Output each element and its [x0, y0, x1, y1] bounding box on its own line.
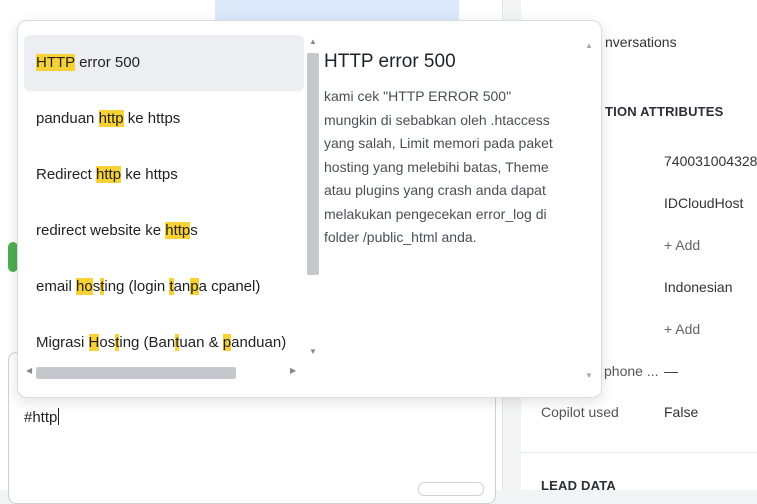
suggestion-text: panduan	[36, 110, 99, 127]
suggestion-text: ing (Ban	[119, 334, 176, 351]
scrollbar-thumb[interactable]	[307, 53, 319, 275]
suggestion-list-pane: HTTP error 500 panduan http ke https Redir…	[18, 21, 324, 397]
copilot-label: Copilot used	[541, 404, 619, 420]
list-vertical-scrollbar[interactable]: ▲ ▼	[306, 35, 320, 357]
suggestion-item[interactable]: Redirect http ke https	[24, 147, 304, 203]
suggestion-list: HTTP error 500 panduan http ke https Redir…	[24, 35, 304, 371]
suggestion-item[interactable]: HTTP error 500	[24, 35, 304, 91]
copilot-value: False	[664, 404, 699, 420]
attributes-section-title: TION ATTRIBUTES	[605, 104, 724, 119]
match-highlight: p	[222, 334, 232, 351]
match-highlight: http	[98, 110, 124, 127]
suggestion-text: a cpanel)	[198, 278, 261, 295]
phone-value: —	[664, 363, 678, 379]
suggestion-text: email	[36, 278, 77, 295]
preview-body: kami cek "HTTP ERROR 500" mungkin di seb…	[324, 88, 553, 245]
suggestion-text: uan &	[179, 334, 223, 351]
suggestion-text: os	[99, 334, 116, 351]
conversations-link[interactable]: nversations	[605, 34, 677, 50]
scroll-left-icon[interactable]: ◀	[26, 366, 32, 375]
match-highlight: ho	[76, 278, 93, 295]
composer-action-button[interactable]	[418, 482, 484, 496]
composer-input[interactable]: #http	[24, 408, 60, 426]
attribute-value-brand: IDCloudHost	[664, 195, 744, 211]
preview-scrollbar[interactable]: ▲ ▼	[582, 35, 596, 385]
suggestion-text: error 500	[74, 54, 140, 71]
suggestion-text: ke https	[121, 166, 178, 183]
lead-data-section-title: LEAD DATA	[541, 478, 616, 493]
attribute-value-id: 74003100432863	[664, 153, 757, 169]
composer-input-text: #http	[24, 409, 58, 426]
horizontal-scrollbar-thumb[interactable]	[36, 367, 236, 379]
scroll-up-icon[interactable]: ▲	[308, 37, 318, 46]
match-highlight: p	[190, 278, 199, 295]
suggestion-text: an	[173, 278, 191, 295]
match-highlight: http	[165, 222, 191, 239]
add-attribute-button-2[interactable]: + Add	[664, 321, 700, 337]
match-highlight: H	[88, 334, 100, 351]
text-caret	[58, 408, 60, 425]
suggestion-text: redirect website ke	[36, 222, 166, 239]
suggestion-text: ke https	[123, 110, 181, 127]
phone-label: phone ...	[604, 363, 659, 379]
suggestion-text: ing (login	[104, 278, 170, 295]
scroll-right-icon[interactable]: ▶	[290, 366, 296, 375]
suggestion-text: s	[190, 222, 198, 239]
preview-scroll-up-icon[interactable]: ▲	[584, 41, 594, 50]
scroll-down-icon[interactable]: ▼	[308, 347, 318, 356]
attribute-value-language: Indonesian	[664, 279, 733, 295]
suggestion-item[interactable]: Migrasi Hosting (Bantuan & panduan)	[24, 315, 304, 371]
saved-reply-popup: HTTP error 500 panduan http ke https Redir…	[17, 20, 602, 398]
suggestion-text: Redirect	[36, 166, 97, 183]
suggestion-preview-pane: HTTP error 500 kami cek "HTTP ERROR 500"…	[324, 21, 601, 397]
suggestion-text: Migrasi	[36, 334, 89, 351]
suggestion-item[interactable]: redirect website ke https	[24, 203, 304, 259]
suggestion-item[interactable]: email hosting (login tanpa cpanel)	[24, 259, 304, 315]
preview-scroll-down-icon[interactable]: ▼	[584, 371, 594, 380]
match-highlight: http	[96, 166, 122, 183]
preview-title: HTTP error 500	[324, 51, 456, 72]
add-attribute-button[interactable]: + Add	[664, 237, 700, 253]
section-divider	[520, 452, 757, 453]
suggestion-item[interactable]: panduan http ke https	[24, 91, 304, 147]
match-highlight: HTTP	[36, 54, 75, 71]
suggestion-text: anduan)	[231, 334, 287, 351]
list-horizontal-scrollbar[interactable]: ◀ ▶	[24, 364, 304, 380]
